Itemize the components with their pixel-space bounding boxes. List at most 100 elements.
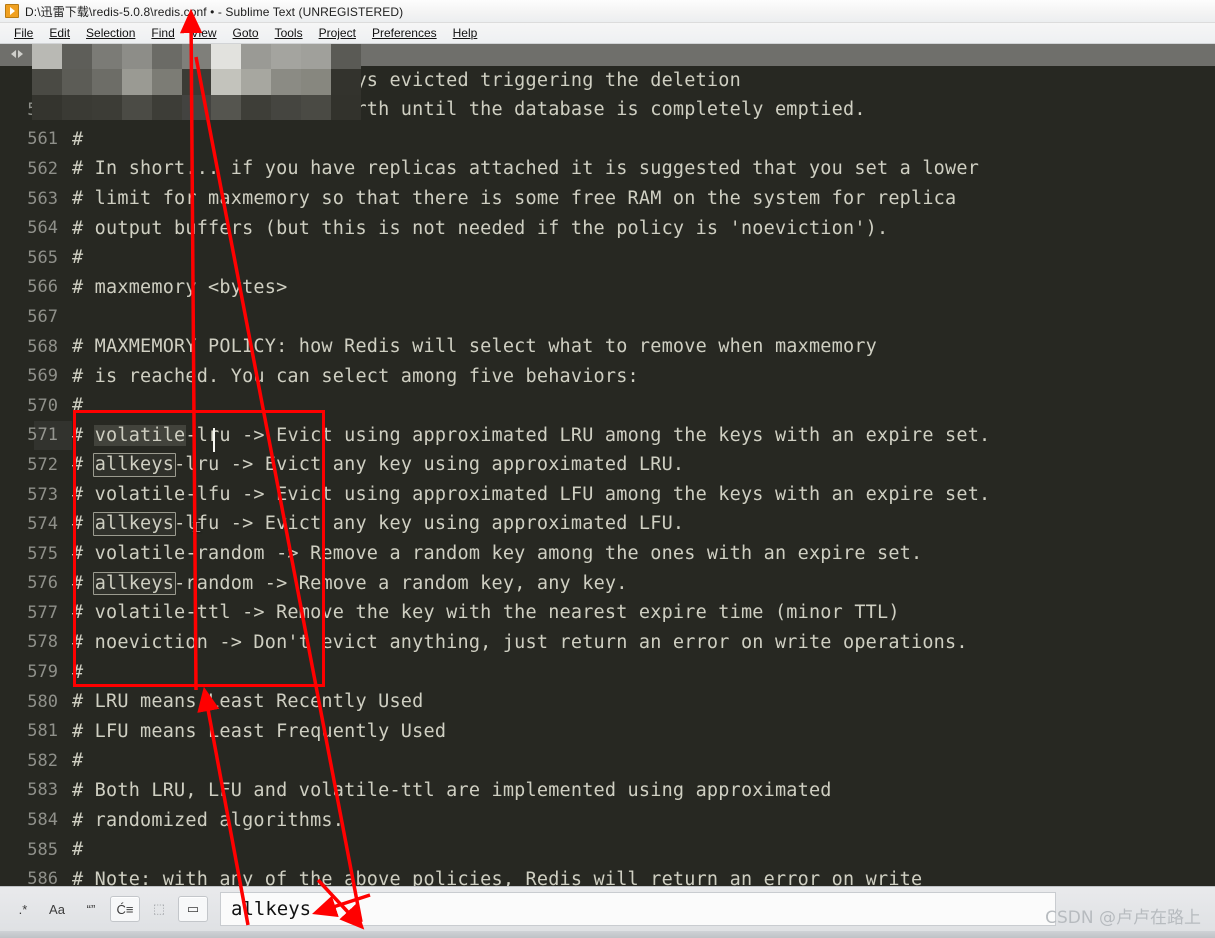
whole-word-toggle-label: “” [86,901,96,917]
mosaic-tile [32,69,62,95]
code-text: # [72,839,84,861]
regex-toggle-button[interactable]: .* [8,896,38,922]
sublime-text-window: D:\迅雷下载\redis-5.0.8\redis.conf • - Subli… [0,0,1215,938]
mosaic-tile [331,44,361,70]
line-number: 581 [27,721,58,742]
line-number: 573 [27,484,58,505]
menu-item-goto[interactable]: Goto [225,24,267,42]
line-number: 570 [27,395,58,416]
line-number: 576 [27,573,58,594]
find-query-text: allkeys [231,898,312,920]
menu-item-goto-label: Goto [232,26,259,40]
censored-region [32,44,361,120]
tab-scroll-controls[interactable] [4,47,30,61]
mosaic-tile [121,94,152,120]
title-bar: D:\迅雷下载\redis-5.0.8\redis.conf • - Subli… [0,0,1215,23]
mosaic-tile [181,44,212,70]
in-selection-toggle-label: ⬚ [152,901,166,916]
find-input[interactable]: allkeys [220,892,1056,926]
line-number: 572 [27,454,58,475]
code-line: 562 # In short... if you have replicas at… [0,154,1215,184]
menu-item-edit[interactable]: Edit [41,24,78,42]
code-line-partial-bottom: 586 # Note: with any of the above policie… [0,864,1215,886]
triangle-right-icon[interactable] [18,50,23,58]
menu-item-find[interactable]: Find [143,24,182,42]
code-text: # LRU means Least Recently Used [72,691,424,713]
line-number: 567 [27,306,58,327]
line-number: 580 [27,691,58,712]
mosaic-tile [211,94,242,120]
code-text: # [72,128,84,150]
line-number: 566 [27,277,58,298]
menu-item-view[interactable]: View [183,24,225,42]
mosaic-tile [151,69,182,95]
mosaic-tile [61,69,92,95]
mosaic-tile [211,44,242,70]
code-text: # limit for maxmemory so that there is s… [72,188,957,210]
menu-item-file[interactable]: File [6,24,41,42]
highlight-results-toggle-button[interactable]: ▭ [178,896,208,922]
code-text: # Both LRU, LFU and volatile-ttl are imp… [72,779,832,801]
line-number: 585 [27,839,58,860]
mosaic-tile [32,94,62,120]
policy-list-highlight-box [73,410,325,687]
menu-item-selection[interactable]: Selection [78,24,143,42]
mosaic-tile [61,44,92,70]
mosaic-tile [121,69,152,95]
mosaic-tile [301,69,332,95]
wrap-toggle-label: Ć≡ [116,901,134,917]
menu-item-file-label: File [14,26,34,40]
triangle-left-icon[interactable] [11,50,16,58]
menu-item-preferences[interactable]: Preferences [364,24,445,42]
code-line: 567 [0,302,1215,332]
code-line: 569 # is reached. You can select among fi… [0,361,1215,391]
mouse-pointer-icon: ⌶ [192,518,202,536]
menu-item-project[interactable]: Project [311,24,364,42]
code-text: # Note: with any of the above policies, … [72,868,923,886]
mosaic-tile [241,69,272,95]
code-line: 580 # LRU means Least Recently Used [0,687,1215,717]
mosaic-tile [301,94,332,120]
mosaic-tile [211,69,242,95]
code-line: 565 # [0,243,1215,273]
line-number: 579 [27,662,58,683]
menu-item-tools[interactable]: Tools [267,24,311,42]
active-line-gutter-highlight [34,420,72,451]
case-sensitive-toggle-label: Aa [49,901,65,917]
line-number: 583 [27,780,58,801]
code-line: 583 # Both LRU, LFU and volatile-ttl are … [0,776,1215,806]
code-text: # LFU means Least Frequently Used [72,720,447,742]
menu-item-project-label: Project [318,26,356,40]
mosaic-tile [181,94,212,120]
code-line: 561 # [0,125,1215,155]
regex-toggle-label: .* [18,901,28,917]
mosaic-tile [32,44,62,70]
line-number: 562 [27,158,58,179]
line-number: 574 [27,514,58,535]
wrap-toggle-button[interactable]: Ć≡ [110,896,140,922]
mosaic-tile [271,69,302,95]
mosaic-tile [271,94,302,120]
mosaic-tile [151,44,182,70]
mosaic-tile [331,69,361,95]
menu-item-view-label: View [190,26,217,40]
mosaic-tile [271,44,302,70]
line-number: 565 [27,247,58,268]
mosaic-tile [61,94,92,120]
line-number: 564 [27,218,58,239]
menu-item-help[interactable]: Help [445,24,486,42]
watermark-text: CSDN @卢卢在路上 [1045,908,1201,928]
find-bar[interactable]: .* Aa “” Ć≡ ⬚ ▭ allkeys [0,886,1215,931]
line-number: 563 [27,188,58,209]
case-sensitive-toggle-button[interactable]: Aa [42,896,72,922]
in-selection-toggle-button[interactable]: ⬚ [144,896,174,922]
mosaic-tile [181,69,212,95]
whole-word-toggle-button[interactable]: “” [76,896,106,922]
line-number: 578 [27,632,58,653]
code-text: # [72,750,84,772]
mosaic-tile [331,94,361,120]
highlight-results-toggle-label: ▭ [186,901,200,916]
code-line: 563 # limit for maxmemory so that there i… [0,184,1215,214]
code-text: # In short... if you have replicas attac… [72,158,980,180]
code-text: # maxmemory <bytes> [72,276,288,298]
